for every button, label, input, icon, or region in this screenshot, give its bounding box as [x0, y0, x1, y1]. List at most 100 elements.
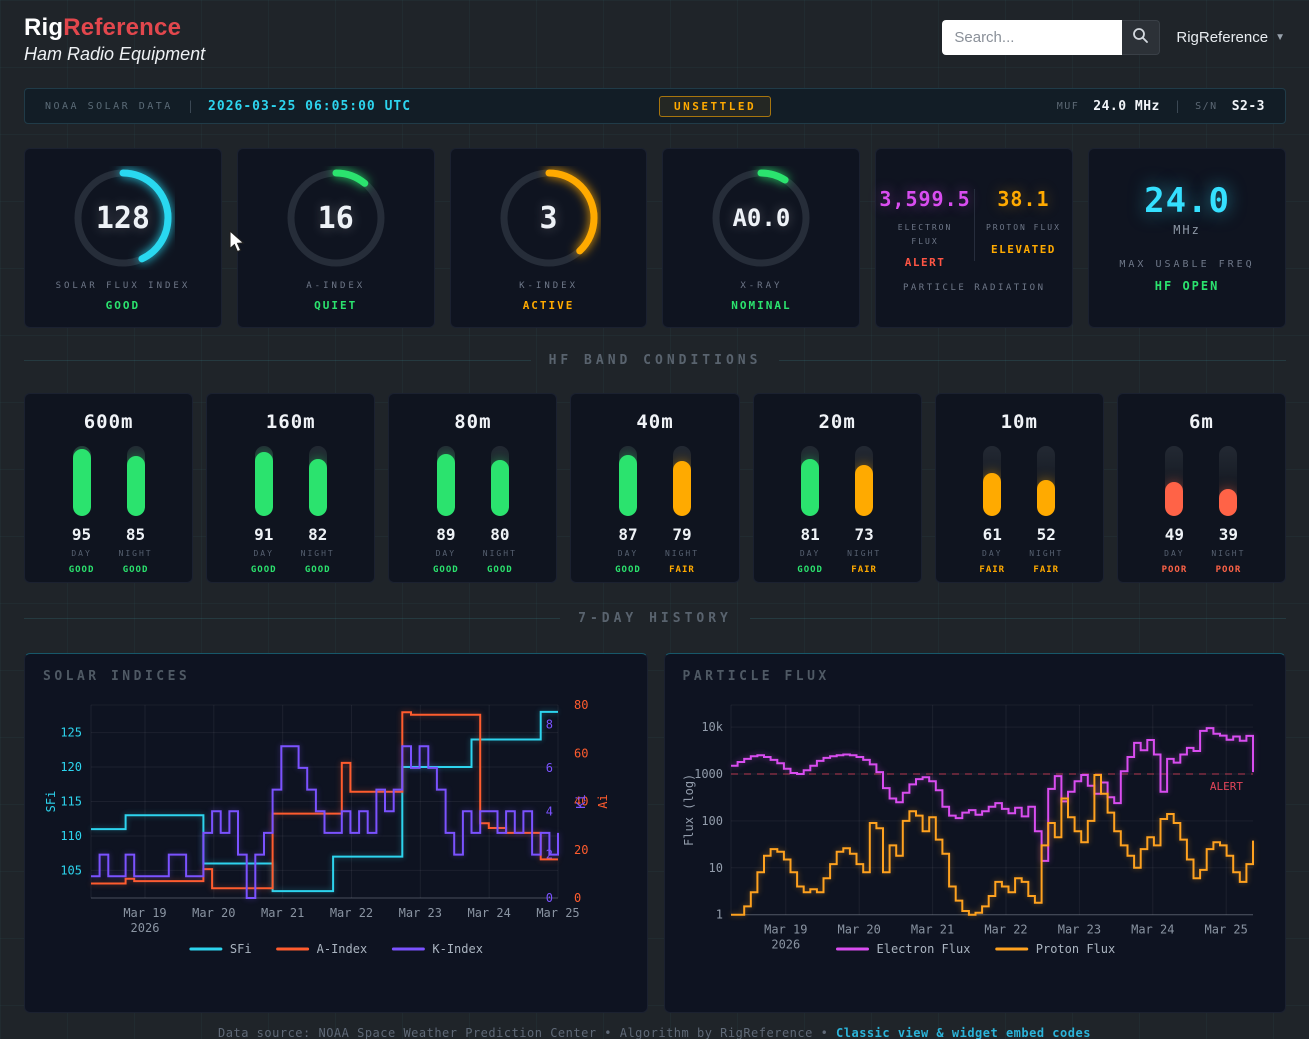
band-night-value: 52	[1037, 525, 1056, 544]
status-bar: NOAA SOLAR DATA | 2026-03-25 06:05:00 UT…	[24, 88, 1286, 124]
svg-text:4: 4	[546, 804, 553, 818]
band-night-label: NIGHT	[847, 549, 881, 558]
divider-line	[779, 360, 1286, 361]
account-menu[interactable]: RigReference ▼	[1176, 29, 1285, 46]
svg-text:A-Index: A-Index	[317, 942, 368, 956]
section-hf-band-conditions: HF BAND CONDITIONS	[24, 328, 1286, 393]
sn-value: S2-3	[1232, 99, 1265, 114]
svg-text:Mar 24: Mar 24	[1131, 923, 1174, 937]
band-day-column: 91DAYGOOD	[247, 446, 281, 575]
svg-text:Mar 23: Mar 23	[399, 906, 442, 920]
band-night-status: GOOD	[487, 565, 513, 575]
search-box	[942, 20, 1160, 55]
band-name: 40m	[636, 411, 673, 433]
band-day-column: 87 DAY GOOD	[611, 446, 645, 575]
band-night-bar-fill	[309, 459, 327, 516]
logo-reference: Reference	[63, 14, 181, 41]
band-day-value: 81	[800, 525, 819, 544]
band-day-value: 87	[618, 525, 637, 544]
band-bars: 61DAYFAIR52NIGHTFAIR	[975, 446, 1063, 575]
band-day-column: 49DAYPOOR	[1157, 446, 1191, 575]
gauge-card-a-index: 16A-INDEXQUIET	[237, 148, 435, 328]
band-card-80m: 80m89DAYGOOD80NIGHTGOOD	[388, 393, 557, 583]
gauge-value: 3	[497, 166, 601, 270]
svg-text:Mar 22: Mar 22	[984, 923, 1027, 937]
svg-text:Mar 20: Mar 20	[192, 906, 235, 920]
svg-text:10: 10	[708, 861, 722, 875]
band-day-value: 61	[983, 525, 1002, 544]
particle-radiation-label: PARTICLE RADIATION	[903, 283, 1046, 293]
band-night-value: 39	[1219, 525, 1238, 544]
logo-block[interactable]: RigReference Ham Radio Equipment	[24, 14, 205, 65]
muf-value: 24.0 MHz	[1093, 99, 1160, 114]
section-title: HF BAND CONDITIONS	[549, 353, 762, 368]
search-input[interactable]	[942, 20, 1122, 55]
svg-text:Ai: Ai	[596, 794, 610, 808]
svg-text:125: 125	[60, 726, 82, 740]
svg-text:2026: 2026	[771, 938, 800, 952]
band-night-bar-track	[1037, 446, 1055, 516]
svg-text:Mar 23: Mar 23	[1057, 923, 1100, 937]
band-day-status: GOOD	[615, 565, 641, 575]
tagline: Ham Radio Equipment	[24, 44, 205, 65]
band-day-bar-fill	[1165, 482, 1183, 516]
svg-text:ALERT: ALERT	[1209, 780, 1242, 793]
proton-flux-block: 38.1 PROTON FLUX ELEVATED	[975, 187, 1072, 269]
band-night-value: 79	[672, 525, 691, 544]
band-night-value: 82	[308, 525, 327, 544]
gauge-status: NOMINAL	[731, 299, 791, 312]
metric-cards-row: 128SOLAR FLUX INDEXGOOD16A-INDEXQUIET3K-…	[24, 148, 1286, 328]
page-footer: Data source: NOAA Space Weather Predicti…	[0, 1026, 1309, 1039]
band-day-status: GOOD	[69, 565, 95, 575]
band-night-bar-track	[1219, 446, 1237, 516]
site-header: RigReference Ham Radio Equipment RigRefe…	[0, 0, 1309, 88]
svg-text:0: 0	[574, 891, 581, 905]
proton-flux-value: 38.1	[997, 187, 1049, 211]
band-day-bar-track	[1165, 446, 1183, 516]
band-night-label: NIGHT	[119, 549, 153, 558]
svg-text:1: 1	[715, 908, 722, 922]
band-card-20m: 20m81DAYGOOD73NIGHTFAIR	[753, 393, 922, 583]
svg-text:Mar 22: Mar 22	[330, 906, 373, 920]
gauge-status: GOOD	[106, 299, 141, 312]
band-day-value: 95	[72, 525, 91, 544]
muf-card-unit: MHz	[1173, 223, 1201, 237]
band-day-label: DAY	[618, 549, 638, 558]
proton-flux-status: ELEVATED	[991, 243, 1056, 256]
sn-label: S/N	[1195, 101, 1218, 112]
search-icon	[1132, 27, 1149, 48]
svg-text:1000: 1000	[694, 767, 723, 781]
mouse-cursor	[228, 230, 248, 258]
svg-text:Mar 25: Mar 25	[536, 906, 579, 920]
electron-flux-block: 3,599.5 ELECTRON FLUX ALERT	[876, 187, 973, 269]
band-day-value: 89	[436, 525, 455, 544]
solar-indices-chart: 10511011512012502468020406080SFiKiAiMar …	[25, 654, 649, 1014]
search-button[interactable]	[1122, 20, 1160, 55]
svg-text:Electron Flux: Electron Flux	[876, 942, 970, 956]
band-night-column: 82NIGHTGOOD	[301, 446, 335, 575]
svg-text:Mar 21: Mar 21	[261, 906, 304, 920]
band-day-bar-fill	[255, 452, 273, 516]
classic-view-link[interactable]: Classic view & widget embed codes	[836, 1026, 1091, 1039]
status-bar-right: MUF 24.0 MHz | S/N S2-3	[1057, 99, 1265, 114]
electron-flux-label: ELECTRON FLUX	[886, 221, 964, 248]
band-name: 80m	[454, 411, 491, 433]
chart-title: PARTICLE FLUX	[683, 669, 830, 684]
particle-radiation-card: 3,599.5 ELECTRON FLUX ALERT 38.1 PROTON …	[875, 148, 1073, 328]
particle-flux-chart-card: 10k1000100101Flux (log)Mar 19Mar 20Mar 2…	[664, 653, 1287, 1013]
band-night-bar-fill	[491, 460, 509, 516]
particle-columns: 3,599.5 ELECTRON FLUX ALERT 38.1 PROTON …	[876, 187, 1072, 269]
band-night-value: 73	[854, 525, 873, 544]
band-night-bar-fill	[1037, 480, 1055, 516]
band-name: 600m	[84, 411, 134, 433]
band-night-bar-fill	[1219, 489, 1237, 516]
band-night-label: NIGHT	[665, 549, 699, 558]
band-day-bar-fill	[73, 449, 91, 516]
svg-text:6: 6	[546, 761, 553, 775]
chevron-down-icon: ▼	[1275, 32, 1285, 43]
band-name: 20m	[818, 411, 855, 433]
band-day-bar-track	[73, 446, 91, 516]
svg-text:SFi: SFi	[230, 942, 252, 956]
divider-line	[24, 618, 560, 619]
band-day-status: GOOD	[433, 565, 459, 575]
